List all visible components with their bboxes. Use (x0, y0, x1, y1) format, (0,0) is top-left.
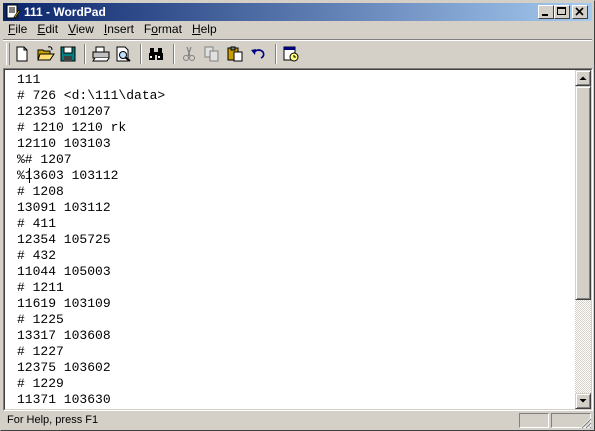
wordpad-window: 111 - WordPad File Edit View Insert Form… (0, 0, 595, 431)
menu-bar: File Edit View Insert Format Help (3, 21, 592, 38)
document-line[interactable]: %# 1207 (17, 152, 573, 168)
document-text[interactable]: 111 # 726 <d:\111\data> 12353 101207 # 1210… (17, 72, 573, 408)
text-caret (29, 168, 30, 183)
document-line[interactable]: 12110 103103 (17, 136, 573, 152)
minimize-button[interactable] (538, 5, 554, 19)
scroll-up-button[interactable] (575, 70, 591, 86)
wordpad-app-icon[interactable] (5, 4, 21, 20)
document-line[interactable]: 12354 105725 (17, 232, 573, 248)
document-line[interactable]: 12353 101207 (17, 104, 573, 120)
minimize-icon (542, 14, 548, 16)
date-time-icon (283, 46, 299, 62)
document-line[interactable]: %13603 103112 (17, 168, 573, 184)
find-binoculars-icon (149, 48, 163, 60)
cut-button[interactable] (178, 43, 201, 65)
scroll-down-button[interactable] (575, 393, 591, 409)
menu-file[interactable]: File (3, 21, 32, 38)
date-time-button[interactable] (280, 43, 303, 65)
toolbar-separator (84, 44, 86, 64)
toolbar (5, 41, 591, 67)
document-line[interactable]: # 432 (17, 248, 573, 264)
scroll-up-arrow-icon (579, 76, 587, 80)
cut-scissors-icon (183, 46, 195, 61)
document-line[interactable]: 111 (17, 72, 573, 88)
scroll-down-arrow-icon (579, 399, 587, 403)
open-folder-icon (37, 46, 55, 61)
status-panel-caps (519, 413, 549, 428)
new-document-icon (16, 46, 28, 62)
new-button[interactable] (11, 43, 34, 65)
document-line[interactable]: 11371 103630 (17, 392, 573, 408)
undo-button[interactable] (247, 43, 270, 65)
document-line[interactable]: # 1211 (17, 280, 573, 296)
document-line[interactable]: # 1225 (17, 312, 573, 328)
close-button[interactable] (572, 5, 588, 19)
maximize-button[interactable] (554, 5, 570, 19)
print-icon (92, 46, 110, 62)
menu-view[interactable]: View (63, 21, 99, 38)
copy-icon (204, 46, 219, 62)
menu-insert[interactable]: Insert (99, 21, 139, 38)
title-bar[interactable]: 111 - WordPad (3, 3, 592, 21)
document-area[interactable]: 111 # 726 <d:\111\data> 12353 101207 # 1210… (4, 69, 592, 410)
toolbar-separator (140, 44, 142, 64)
open-button[interactable] (34, 43, 57, 65)
menu-format[interactable]: Format (139, 21, 187, 38)
menu-edit[interactable]: Edit (32, 21, 63, 38)
print-preview-button[interactable] (112, 43, 135, 65)
document-line[interactable]: # 726 <d:\111\data> (17, 88, 573, 104)
print-preview-icon (116, 46, 131, 62)
toolbar-separator (173, 44, 175, 64)
document-line[interactable]: # 1229 (17, 376, 573, 392)
document-line[interactable]: 12375 103602 (17, 360, 573, 376)
paste-icon (227, 46, 243, 62)
toolbar-separator (275, 44, 277, 64)
window-title: 111 - WordPad (24, 5, 106, 19)
document-line[interactable]: 13091 103112 (17, 200, 573, 216)
paste-button[interactable] (224, 43, 247, 65)
maximize-icon (557, 7, 566, 15)
document-line[interactable]: 11044 105003 (17, 264, 573, 280)
toolbar-grip[interactable] (6, 43, 10, 65)
vertical-scrollbar[interactable] (575, 70, 591, 409)
document-line[interactable]: # 1208 (17, 184, 573, 200)
save-button[interactable] (57, 43, 80, 65)
document-line[interactable]: # 1210 1210 rk (17, 120, 573, 136)
close-icon (575, 7, 584, 16)
document-line[interactable]: 11619 103109 (17, 296, 573, 312)
status-text: For Help, press F1 (7, 414, 99, 426)
menu-help[interactable]: Help (187, 21, 222, 38)
undo-icon (251, 49, 265, 59)
print-button[interactable] (89, 43, 112, 65)
save-disk-icon (60, 46, 76, 62)
status-bar: For Help, press F1 (3, 412, 593, 430)
document-line[interactable]: 13317 103608 (17, 328, 573, 344)
document-line[interactable]: # 1227 (17, 344, 573, 360)
scroll-thumb[interactable] (575, 86, 591, 300)
document-line[interactable]: # 411 (17, 216, 573, 232)
size-grip-icon[interactable] (580, 417, 592, 429)
document-frame: 111 # 726 <d:\111\data> 12353 101207 # 1210… (3, 68, 593, 411)
find-button[interactable] (145, 43, 168, 65)
copy-button[interactable] (201, 43, 224, 65)
